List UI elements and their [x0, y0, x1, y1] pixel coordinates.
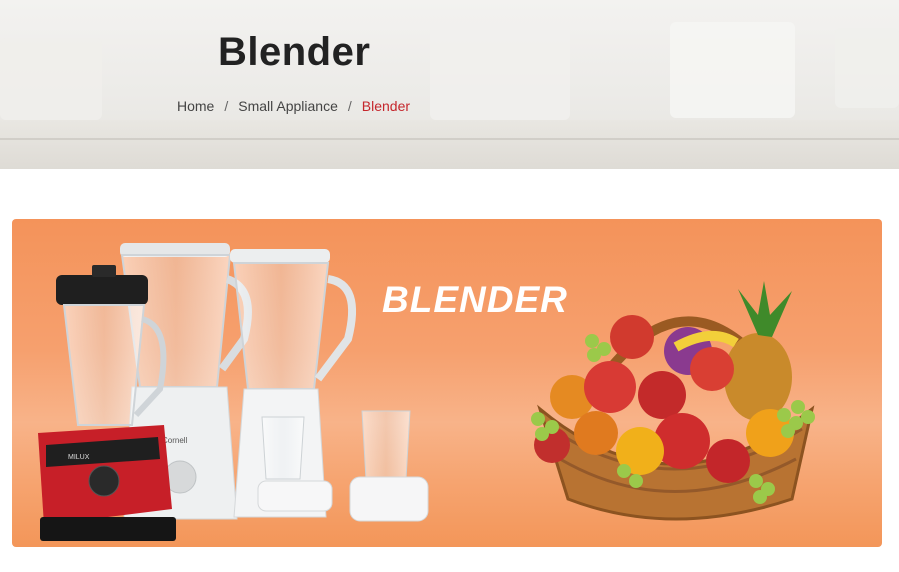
- background-rice-cooker-shape: [670, 22, 795, 118]
- background-counter-edge: [0, 138, 899, 140]
- breadcrumb: Home / Small Appliance / Blender: [177, 98, 410, 114]
- background-oven-shape: [0, 38, 102, 120]
- breadcrumb-separator: /: [224, 98, 229, 114]
- grinder-jar: [349, 410, 429, 522]
- breadcrumb-separator: /: [347, 98, 352, 114]
- background-counter: [0, 120, 899, 169]
- page-title: Blender: [218, 30, 371, 74]
- fruit-basket-image: [531, 281, 815, 521]
- white-blender-brand: Cornell: [162, 436, 188, 445]
- breadcrumb-home-link[interactable]: Home: [177, 98, 214, 114]
- banner-headline: BLENDER: [382, 279, 568, 320]
- banner-illustration: Cornell MILUX: [38, 243, 815, 541]
- red-blender-brand: MILUX: [68, 454, 90, 461]
- white-blender-small: [230, 249, 357, 518]
- breadcrumb-current-page: Blender: [361, 98, 411, 114]
- background-appliance-shape: [430, 25, 570, 120]
- background-kettle-shape: [835, 28, 899, 108]
- category-banner[interactable]: Cornell MILUX BLENDER: [12, 219, 882, 547]
- breadcrumb-small-appliance-link[interactable]: Small Appliance: [238, 98, 338, 114]
- page-header-hero: Blender Home / Small Appliance / Blender: [0, 0, 899, 169]
